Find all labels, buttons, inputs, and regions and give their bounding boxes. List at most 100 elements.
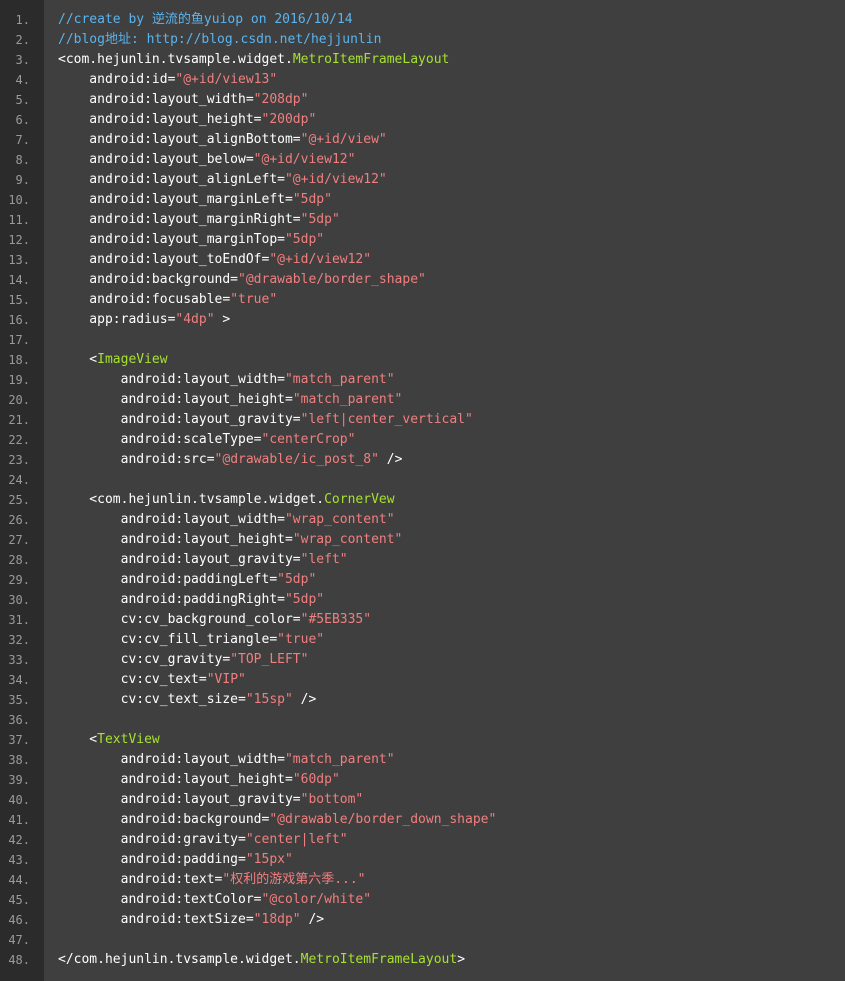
code-attribute: android:layout_height= <box>58 392 293 407</box>
code-class-name: CornerVew <box>324 492 395 507</box>
line-number: 5. <box>15 93 30 107</box>
line-number: 7. <box>15 133 30 147</box>
code-line: 21. android:layout_gravity="left|center_… <box>0 410 845 430</box>
code-line: 20. android:layout_height="match_parent" <box>0 390 845 410</box>
code-line: 2. //blog地址: http://blog.csdn.net/hejjunl… <box>0 30 845 50</box>
code-text: android:layout_gravity="left" <box>58 550 348 570</box>
code-attribute: android:layout_alignLeft= <box>58 172 285 187</box>
line-number: 32. <box>8 633 30 647</box>
code-attribute: android:background= <box>58 812 270 827</box>
code-attribute: android:background= <box>58 272 239 287</box>
line-number: 31. <box>8 613 30 627</box>
line-number: 1. <box>15 13 30 27</box>
line-number: 18. <box>8 353 30 367</box>
code-attribute: android:layout_marginTop= <box>58 232 285 247</box>
code-string: "15px" <box>245 852 293 867</box>
code-string: "5dp" <box>277 572 317 587</box>
code-string: "@+id/view" <box>300 132 387 147</box>
code-attribute: android:layout_width= <box>58 752 285 767</box>
code-text: cv:cv_gravity="TOP_LEFT" <box>58 650 309 670</box>
code-line: 11. android:layout_marginRight="5dp" <box>0 210 845 230</box>
code-text: android:layout_height="match_parent" <box>58 390 403 410</box>
code-attribute: android:layout_below= <box>58 152 254 167</box>
code-line: 28. android:layout_gravity="left" <box>0 550 845 570</box>
code-text: cv:cv_text_size="15sp" /> <box>58 690 317 710</box>
code-line: 4. android:id="@+id/view13" <box>0 70 845 90</box>
code-attribute: android:paddingLeft= <box>58 572 278 587</box>
code-string: "4dp" <box>175 312 215 327</box>
line-number: 47. <box>8 933 30 947</box>
code-tag: /> <box>292 692 317 707</box>
line-number: 12. <box>8 233 30 247</box>
code-line: 38. android:layout_width="match_parent" <box>0 750 845 770</box>
line-number: 3. <box>15 53 30 67</box>
code-string: "18dp" <box>253 912 301 927</box>
code-text: android:layout_alignLeft="@+id/view12" <box>58 170 386 190</box>
line-number: 24. <box>8 473 30 487</box>
code-line: 29. android:paddingLeft="5dp" <box>0 570 845 590</box>
code-attribute: android:id= <box>58 72 176 87</box>
code-line: 34. cv:cv_text="VIP" <box>0 670 845 690</box>
code-attribute: android:layout_width= <box>58 92 254 107</box>
code-string: "@+id/view12" <box>253 152 356 167</box>
line-number: 37. <box>8 733 30 747</box>
code-string: "wrap_content" <box>292 532 403 547</box>
line-number: 22. <box>8 433 30 447</box>
code-string: "center|left" <box>245 832 348 847</box>
code-text: android:layout_width="wrap_content" <box>58 510 395 530</box>
line-number: 25. <box>8 493 30 507</box>
code-lines: 1. //create by 逆流的鱼yuiop on 2016/10/14 2. /… <box>0 10 845 970</box>
code-string: "left|center_vertical" <box>300 412 473 427</box>
line-number: 33. <box>8 653 30 667</box>
line-number: 30. <box>8 593 30 607</box>
code-line: 16. app:radius="4dp" > <box>0 310 845 330</box>
line-number: 8. <box>15 153 30 167</box>
code-text: cv:cv_background_color="#5EB335" <box>58 610 371 630</box>
code-attribute: android:text= <box>58 872 223 887</box>
code-text: android:layout_marginRight="5dp" <box>58 210 340 230</box>
code-string: "TOP_LEFT" <box>230 652 309 667</box>
code-line: 13. android:layout_toEndOf="@+id/view12" <box>0 250 845 270</box>
code-tag: <com.hejunlin.tvsample.widget. <box>58 492 325 507</box>
code-text: <com.hejunlin.tvsample.widget.MetroItemF… <box>58 50 449 70</box>
code-line: 33. cv:cv_gravity="TOP_LEFT" <box>0 650 845 670</box>
code-line: 9. android:layout_alignLeft="@+id/view12… <box>0 170 845 190</box>
code-line: 26. android:layout_width="wrap_content" <box>0 510 845 530</box>
line-number: 45. <box>8 893 30 907</box>
code-string: "200dp" <box>261 112 317 127</box>
code-attribute: android:layout_height= <box>58 112 262 127</box>
code-line: 24. <box>0 470 845 490</box>
code-line: 48. </com.hejunlin.tvsample.widget.MetroI… <box>0 950 845 970</box>
code-string: "5dp" <box>300 212 340 227</box>
code-text: android:layout_marginLeft="5dp" <box>58 190 332 210</box>
code-text: android:layout_toEndOf="@+id/view12" <box>58 250 371 270</box>
line-number: 15. <box>8 293 30 307</box>
line-number: 20. <box>8 393 30 407</box>
code-string: "@drawable/border_down_shape" <box>269 812 497 827</box>
code-text: android:padding="15px" <box>58 850 293 870</box>
code-line: 46. android:textSize="18dp" /> <box>0 910 845 930</box>
code-line: 41. android:background="@drawable/border… <box>0 810 845 830</box>
code-string: "5dp" <box>284 232 325 247</box>
line-number: 34. <box>8 673 30 687</box>
code-line: 22. android:scaleType="centerCrop" <box>0 430 845 450</box>
code-line: 17. <box>0 330 845 350</box>
code-block: 1. //create by 逆流的鱼yuiop on 2016/10/14 2. /… <box>0 0 845 981</box>
line-number: 11. <box>8 213 30 227</box>
code-text: android:id="@+id/view13" <box>58 70 277 90</box>
code-attribute: android:paddingRight= <box>58 592 285 607</box>
code-line: 6. android:layout_height="200dp" <box>0 110 845 130</box>
code-attribute: android:padding= <box>58 852 246 867</box>
code-tag: < <box>58 352 98 367</box>
code-comment: //create by 逆流的鱼yuiop on 2016/10/14 <box>58 12 353 27</box>
code-text: android:layout_width="208dp" <box>58 90 308 110</box>
code-line: 14. android:background="@drawable/border… <box>0 270 845 290</box>
code-text: android:background="@drawable/border_sha… <box>58 270 426 290</box>
code-line: 47. <box>0 930 845 950</box>
code-string: "@drawable/border_shape" <box>238 272 426 287</box>
code-attribute: cv:cv_background_color= <box>58 612 301 627</box>
code-string: "bottom" <box>300 792 364 807</box>
code-line: 43. android:padding="15px" <box>0 850 845 870</box>
code-text: android:layout_height="200dp" <box>58 110 316 130</box>
code-line: 3. <com.hejunlin.tvsample.widget.MetroIte… <box>0 50 845 70</box>
